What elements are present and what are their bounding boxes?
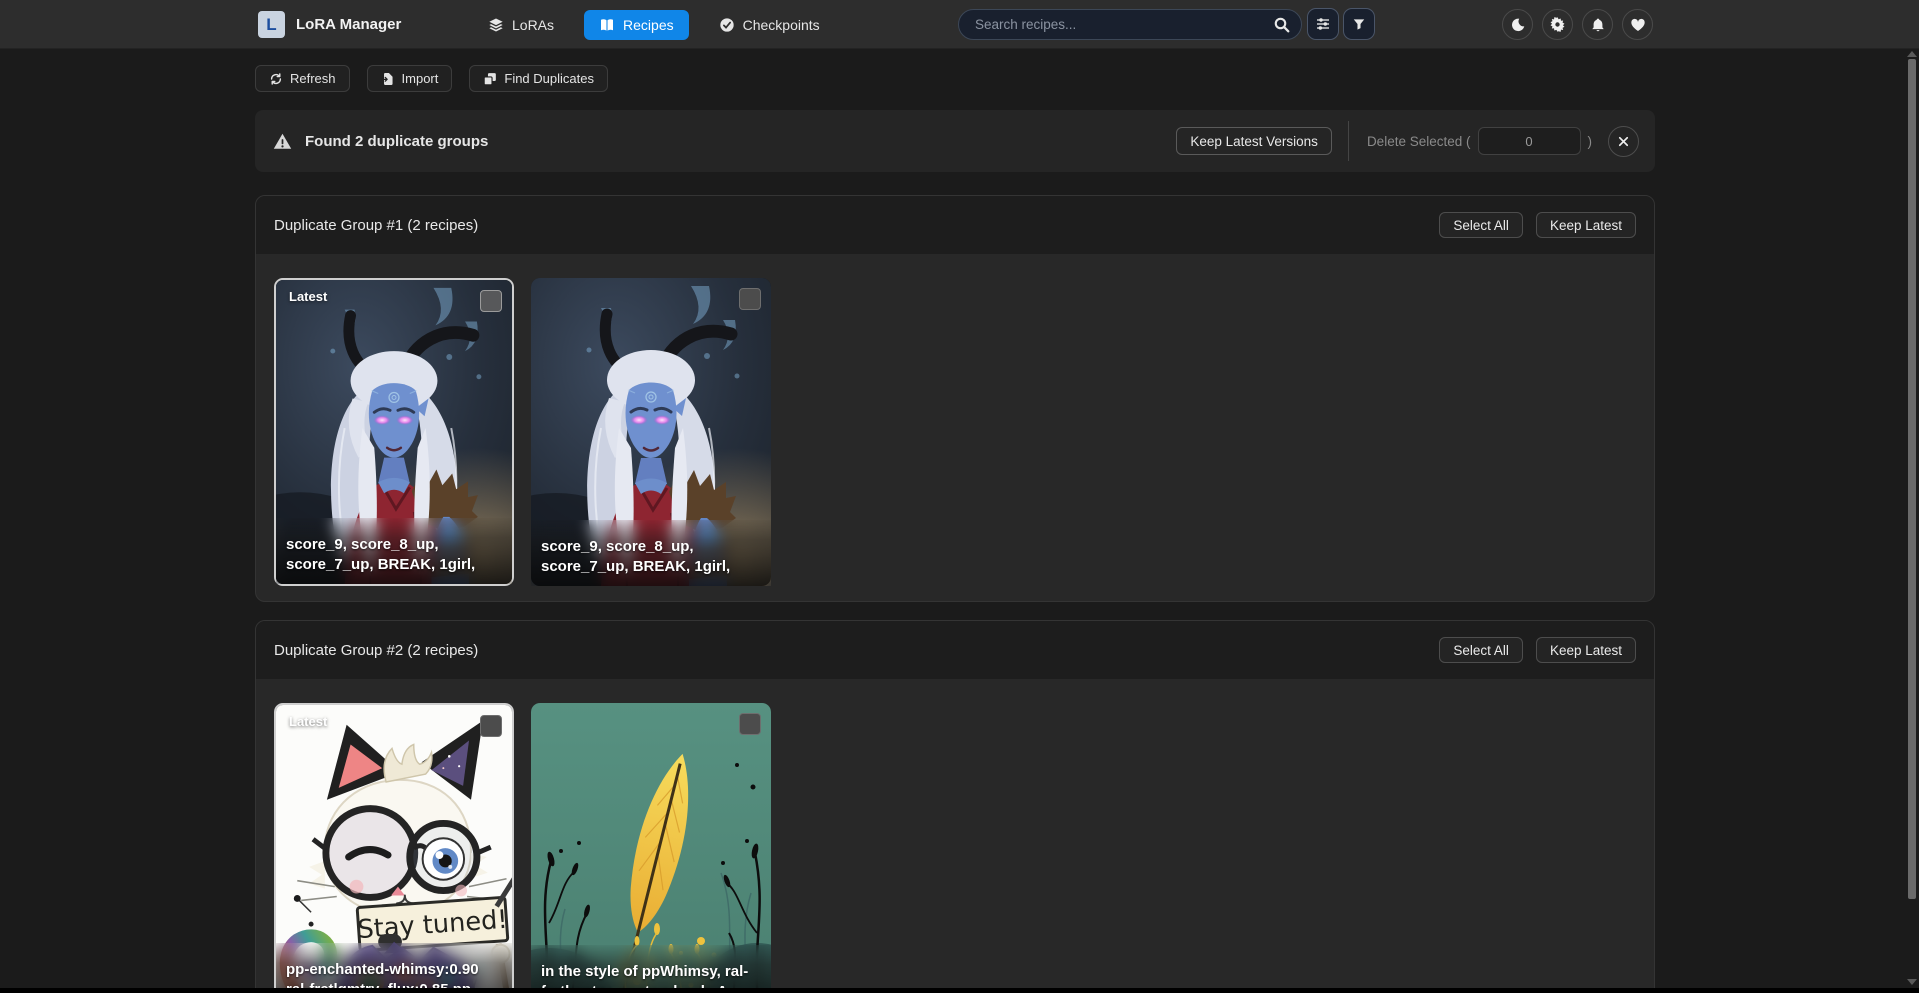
select-all-button[interactable]: Select All xyxy=(1439,637,1523,663)
check-circle-icon xyxy=(719,17,735,33)
find-duplicates-button[interactable]: Find Duplicates xyxy=(469,65,608,92)
layers-icon xyxy=(488,17,504,33)
latest-badge: Latest xyxy=(289,714,327,729)
tab-label: Recipes xyxy=(623,17,674,33)
refresh-button[interactable]: Refresh xyxy=(255,65,350,92)
search-icon[interactable] xyxy=(1273,16,1291,34)
recipe-card[interactable]: score_9, score_8_up, score_7_up, BREAK, … xyxy=(531,278,771,586)
close-icon xyxy=(1616,134,1631,149)
search-bar xyxy=(958,9,1302,40)
card-caption: pp-enchanted-whimsy:0.90 ral-frctlgmtry_… xyxy=(276,943,512,993)
card-checkbox[interactable] xyxy=(480,715,502,737)
group-header: Duplicate Group #1 (2 recipes) Select Al… xyxy=(256,196,1654,254)
group-title: Duplicate Group #2 (2 recipes) xyxy=(274,642,478,659)
card-caption: score_9, score_8_up, score_7_up, BREAK, … xyxy=(276,518,512,584)
moon-icon xyxy=(1510,17,1526,33)
group-header: Duplicate Group #2 (2 recipes) Select Al… xyxy=(256,621,1654,679)
bottom-edge xyxy=(0,988,1919,993)
scrollbar[interactable] xyxy=(1906,49,1919,993)
card-checkbox[interactable] xyxy=(480,290,502,312)
funnel-icon xyxy=(1352,17,1366,31)
import-button[interactable]: Import xyxy=(367,65,453,92)
bell-icon xyxy=(1590,17,1606,33)
recipe-card[interactable]: in the style of ppWhimsy, ral-frctlgmtry… xyxy=(531,703,771,993)
toolbar: Refresh Import Find Duplicates xyxy=(255,65,608,92)
navbar-actions xyxy=(1502,9,1653,40)
clone-icon xyxy=(483,72,497,86)
keep-latest-versions-button[interactable]: Keep Latest Versions xyxy=(1176,127,1332,155)
tab-loras[interactable]: LoRAs xyxy=(478,10,564,40)
support-button[interactable] xyxy=(1622,9,1653,40)
main-content: Refresh Import Find Duplicates Found 2 d… xyxy=(255,49,1655,993)
notifications-button[interactable] xyxy=(1582,9,1613,40)
card-row: Latest score_9, score_8_up, score_7_up, … xyxy=(256,254,1654,602)
card-caption: in the style of ppWhimsy, ral-frctlgmtry… xyxy=(531,945,771,993)
lora-manager-app: L LoRA Manager LoRAs Recipes Checkpoints xyxy=(0,0,1919,993)
app-logo: L xyxy=(258,11,285,38)
recipe-card[interactable]: Latest score_9, score_8_up, score_7_up, … xyxy=(274,278,514,586)
card-checkbox[interactable] xyxy=(739,713,761,735)
close-banner-button[interactable] xyxy=(1608,126,1639,157)
keep-latest-button[interactable]: Keep Latest xyxy=(1536,212,1636,238)
main-tabs: LoRAs Recipes Checkpoints xyxy=(478,0,830,49)
settings-button[interactable] xyxy=(1542,9,1573,40)
duplicate-group-2: Duplicate Group #2 (2 recipes) Select Al… xyxy=(255,620,1655,993)
duplicate-group-1: Duplicate Group #1 (2 recipes) Select Al… xyxy=(255,195,1655,602)
card-checkbox[interactable] xyxy=(739,288,761,310)
filter-button[interactable] xyxy=(1343,8,1375,40)
brand: L LoRA Manager xyxy=(258,0,401,49)
navbar: L LoRA Manager LoRAs Recipes Checkpoints xyxy=(0,0,1919,49)
open-book-icon xyxy=(599,17,615,33)
card-caption: score_9, score_8_up, score_7_up, BREAK, … xyxy=(531,520,771,586)
select-all-button[interactable]: Select All xyxy=(1439,212,1523,238)
recipe-card[interactable]: Latest pp-enchanted-whimsy:0.90 ral-frct… xyxy=(274,703,514,993)
latest-badge: Latest xyxy=(289,289,327,304)
gear-icon xyxy=(1549,16,1566,33)
sliders-icon xyxy=(1315,16,1331,32)
scroll-up-arrow[interactable] xyxy=(1907,51,1917,57)
banner-message: Found 2 duplicate groups xyxy=(305,133,488,150)
scroll-down-arrow[interactable] xyxy=(1907,979,1917,985)
tab-label: Checkpoints xyxy=(743,17,820,33)
search-input[interactable] xyxy=(975,17,1273,32)
scrollbar-thumb[interactable] xyxy=(1908,59,1916,899)
heart-icon xyxy=(1630,17,1646,33)
theme-toggle-button[interactable] xyxy=(1502,9,1533,40)
import-icon xyxy=(381,72,395,86)
card-row: Latest pp-enchanted-whimsy:0.90 ral-frct… xyxy=(256,679,1654,993)
duplicates-banner: Found 2 duplicate groups Keep Latest Ver… xyxy=(255,110,1655,172)
group-title: Duplicate Group #1 (2 recipes) xyxy=(274,217,478,234)
selected-count-input[interactable] xyxy=(1478,127,1581,155)
tab-label: LoRAs xyxy=(512,17,554,33)
search-options-button[interactable] xyxy=(1307,8,1339,40)
delete-selected-button[interactable]: Delete Selected ( ) xyxy=(1348,121,1592,161)
warning-triangle-icon xyxy=(273,132,292,151)
tab-checkpoints[interactable]: Checkpoints xyxy=(709,10,830,40)
refresh-icon xyxy=(269,72,283,86)
tab-recipes[interactable]: Recipes xyxy=(584,10,689,40)
app-title: LoRA Manager xyxy=(296,16,401,33)
keep-latest-button[interactable]: Keep Latest xyxy=(1536,637,1636,663)
